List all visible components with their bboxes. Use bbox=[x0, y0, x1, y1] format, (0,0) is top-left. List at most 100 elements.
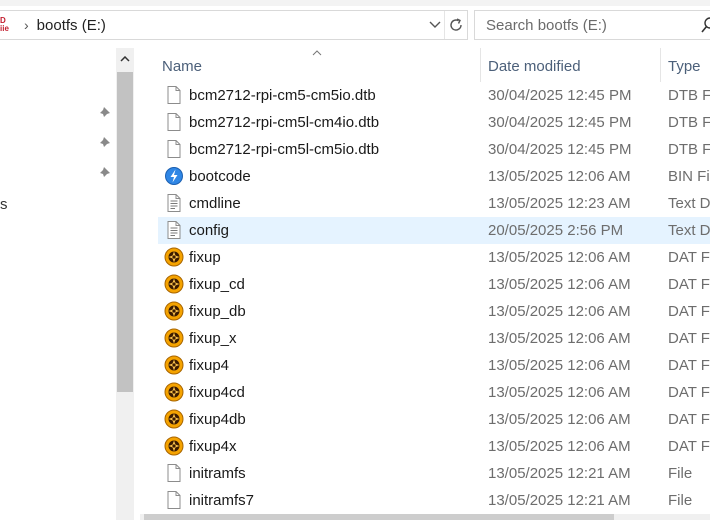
file-row[interactable]: fixup4x 13/05/2025 12:06 AM DAT Fi bbox=[158, 433, 710, 460]
file-type: DTB Fi bbox=[668, 114, 710, 131]
dat-file-icon bbox=[164, 274, 184, 294]
file-type: DAT Fi bbox=[668, 438, 710, 455]
file-date-modified: 13/05/2025 12:06 AM bbox=[488, 411, 631, 428]
file-row[interactable]: fixup_db 13/05/2025 12:06 AM DAT Fi bbox=[158, 298, 710, 325]
file-row[interactable]: fixup4db 13/05/2025 12:06 AM DAT Fi bbox=[158, 406, 710, 433]
column-name[interactable]: Name bbox=[162, 58, 202, 75]
title-bar-strip bbox=[0, 0, 710, 6]
dat-file-icon bbox=[164, 247, 184, 267]
blank-file-icon bbox=[164, 85, 184, 105]
column-date-modified[interactable]: Date modified bbox=[488, 58, 581, 75]
file-date-modified: 13/05/2025 12:06 AM bbox=[488, 168, 631, 185]
file-type: DAT Fi bbox=[668, 276, 710, 293]
breadcrumb-drive[interactable]: bootfs (E:) bbox=[37, 17, 426, 34]
file-name: fixup_cd bbox=[189, 276, 245, 293]
file-date-modified: 13/05/2025 12:21 AM bbox=[488, 492, 631, 509]
file-row[interactable]: fixup4 13/05/2025 12:06 AM DAT Fi bbox=[158, 352, 710, 379]
file-type: DAT Fi bbox=[668, 357, 710, 374]
file-date-modified: 13/05/2025 12:06 AM bbox=[488, 249, 631, 266]
column-type[interactable]: Type bbox=[668, 58, 701, 75]
file-type: DAT Fi bbox=[668, 249, 710, 266]
file-name: fixup4x bbox=[189, 438, 237, 455]
file-row[interactable]: cmdline 13/05/2025 12:23 AM Text D bbox=[158, 190, 710, 217]
file-date-modified: 13/05/2025 12:06 AM bbox=[488, 438, 631, 455]
file-date-modified: 13/05/2025 12:06 AM bbox=[488, 276, 631, 293]
file-name: fixup_x bbox=[189, 330, 237, 347]
file-row[interactable]: bootcode 13/05/2025 12:06 AM BIN Fi bbox=[158, 163, 710, 190]
file-row[interactable]: fixup_x 13/05/2025 12:06 AM DAT Fi bbox=[158, 325, 710, 352]
file-name: config bbox=[189, 222, 230, 239]
sort-ascending-icon bbox=[312, 50, 322, 56]
dat-file-icon bbox=[164, 436, 184, 456]
file-name: fixup4db bbox=[189, 411, 246, 428]
dat-file-icon bbox=[164, 328, 184, 348]
dat-file-icon bbox=[164, 409, 184, 429]
refresh-button[interactable] bbox=[444, 11, 467, 39]
blank-file-icon bbox=[164, 463, 184, 483]
address-history-button[interactable] bbox=[426, 11, 444, 39]
file-type: File bbox=[668, 465, 693, 482]
scrollbar-thumb[interactable] bbox=[117, 72, 133, 392]
column-header: Name Date modified Type bbox=[150, 48, 710, 82]
file-date-modified: 13/05/2025 12:06 AM bbox=[488, 384, 631, 401]
column-divider[interactable] bbox=[480, 48, 481, 82]
dat-file-icon bbox=[164, 382, 184, 402]
file-date-modified: 13/05/2025 12:23 AM bbox=[488, 195, 631, 212]
file-row[interactable]: initramfs7 13/05/2025 12:21 AM File bbox=[158, 487, 710, 514]
chevron-right-icon[interactable]: › bbox=[24, 17, 29, 33]
file-row[interactable]: bcm2712-rpi-cm5-cm5io.dtb 30/04/2025 12:4… bbox=[158, 82, 710, 109]
file-list: bcm2712-rpi-cm5-cm5io.dtb 30/04/2025 12:4… bbox=[158, 82, 710, 514]
file-name: initramfs bbox=[189, 465, 246, 482]
file-row[interactable]: bcm2712-rpi-cm5l-cm4io.dtb 30/04/2025 12:… bbox=[158, 109, 710, 136]
file-date-modified: 13/05/2025 12:06 AM bbox=[488, 303, 631, 320]
file-name: bcm2712-rpi-cm5l-cm5io.dtb bbox=[189, 141, 380, 158]
text-file-icon bbox=[164, 220, 184, 240]
file-type: DAT Fi bbox=[668, 384, 710, 401]
pin-icon bbox=[99, 137, 110, 148]
file-row[interactable]: initramfs 13/05/2025 12:21 AM File bbox=[158, 460, 710, 487]
file-type: Text D bbox=[668, 195, 710, 212]
blank-file-icon bbox=[164, 139, 184, 159]
file-name: fixup bbox=[189, 249, 221, 266]
horizontal-scrollbar[interactable] bbox=[140, 514, 710, 520]
scrollbar-thumb[interactable] bbox=[144, 514, 614, 520]
chevron-up-icon bbox=[120, 56, 130, 62]
search-box[interactable] bbox=[474, 10, 710, 40]
search-icon[interactable] bbox=[701, 17, 710, 35]
blank-file-icon bbox=[164, 490, 184, 510]
address-bar[interactable]: D iie › bootfs (E:) bbox=[0, 10, 468, 40]
text-file-icon bbox=[164, 193, 184, 213]
file-type: Text D bbox=[668, 222, 710, 239]
file-date-modified: 30/04/2025 12:45 PM bbox=[488, 87, 632, 104]
file-row[interactable]: config 20/05/2025 2:56 PM Text D bbox=[158, 217, 710, 244]
file-date-modified: 20/05/2025 2:56 PM bbox=[488, 222, 624, 239]
blank-file-icon bbox=[164, 112, 184, 132]
dat-file-icon bbox=[164, 355, 184, 375]
file-type: DAT Fi bbox=[668, 330, 710, 347]
file-name: cmdline bbox=[189, 195, 241, 212]
file-name: fixup_db bbox=[189, 303, 246, 320]
file-type: DAT Fi bbox=[668, 411, 710, 428]
file-name: initramfs7 bbox=[189, 492, 255, 509]
bin-file-icon bbox=[164, 166, 184, 186]
scroll-up-button[interactable] bbox=[116, 48, 134, 70]
nav-item-fragment[interactable]: s bbox=[0, 196, 8, 213]
search-input[interactable] bbox=[484, 15, 688, 35]
file-type: DTB Fi bbox=[668, 87, 710, 104]
file-row[interactable]: fixup 13/05/2025 12:06 AM DAT Fi bbox=[158, 244, 710, 271]
file-date-modified: 30/04/2025 12:45 PM bbox=[488, 114, 632, 131]
chevron-down-icon bbox=[429, 21, 441, 28]
file-type: DAT Fi bbox=[668, 303, 710, 320]
file-name: bcm2712-rpi-cm5-cm5io.dtb bbox=[189, 87, 376, 104]
file-row[interactable]: fixup_cd 13/05/2025 12:06 AM DAT Fi bbox=[158, 271, 710, 298]
file-row[interactable]: fixup4cd 13/05/2025 12:06 AM DAT Fi bbox=[158, 379, 710, 406]
file-date-modified: 13/05/2025 12:06 AM bbox=[488, 357, 631, 374]
nav-scrollbar[interactable] bbox=[116, 48, 134, 520]
column-divider[interactable] bbox=[660, 48, 661, 82]
file-row[interactable]: bcm2712-rpi-cm5l-cm5io.dtb 30/04/2025 12:… bbox=[158, 136, 710, 163]
file-type: DTB Fi bbox=[668, 141, 710, 158]
pin-icon bbox=[99, 107, 110, 118]
file-type: BIN Fi bbox=[668, 168, 710, 185]
refresh-icon bbox=[450, 18, 462, 31]
file-date-modified: 13/05/2025 12:21 AM bbox=[488, 465, 631, 482]
